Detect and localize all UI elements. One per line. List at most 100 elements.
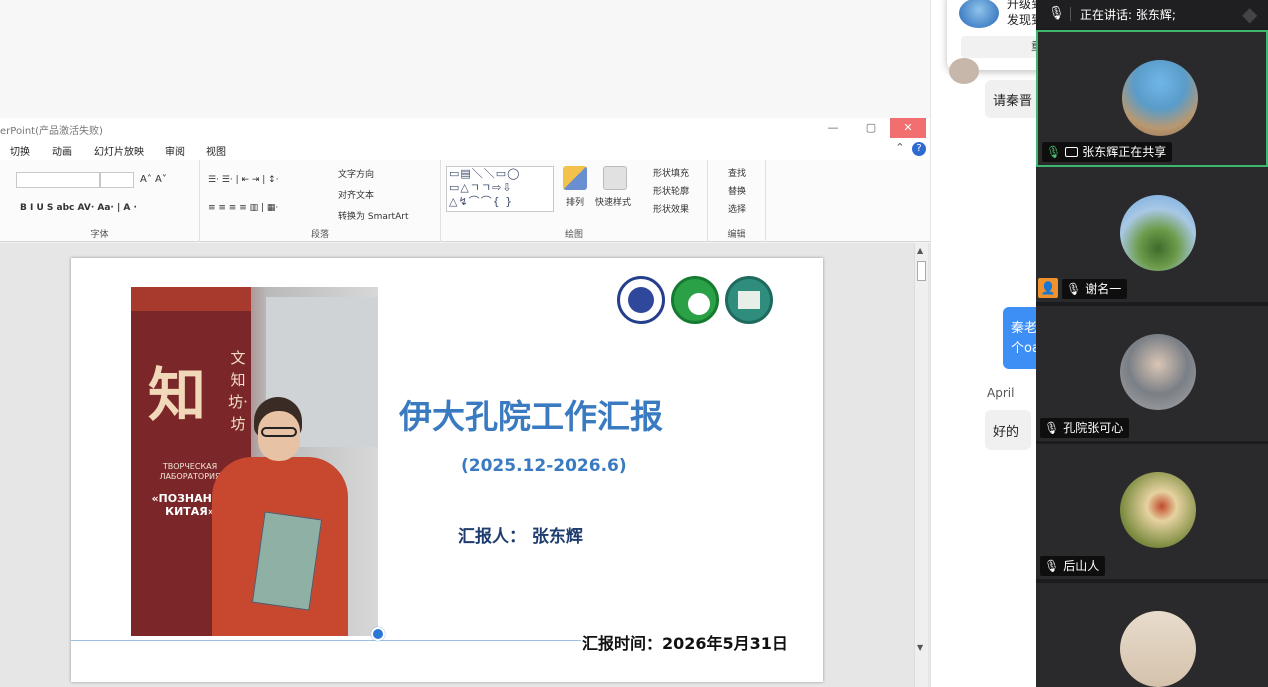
avatar (1122, 60, 1198, 136)
close-button[interactable]: ✕ (890, 118, 926, 138)
paragraph-group-label: 段落 (310, 230, 329, 240)
notification-text: 升级到 发现到 (1007, 0, 1036, 27)
smartart-button[interactable]: 转换为 SmartArt (338, 209, 408, 222)
ribbon-tabs: 切换 动画 幻灯片放映 审阅 视图 ⌃ ? (0, 138, 930, 160)
photo-person (206, 397, 356, 636)
shapes-row-3: △↯⌒⌒{ } (449, 195, 514, 208)
font-size-dropdown[interactable] (100, 172, 134, 188)
slide[interactable]: 知 文知坊·坊 ТВОРЧЕСКАЯ ЛАБОРАТОРИЯ «ПОЗНАНИЕ… (71, 258, 823, 682)
grow-shrink-font[interactable]: A˄ A˅ (140, 174, 167, 185)
font-group-label: 字体 (90, 230, 109, 240)
vertical-scrollbar[interactable]: ▲ ▼ (914, 243, 928, 687)
editing-group: 查找 替换 选择 编辑 (708, 160, 766, 242)
video-tile[interactable]: 🎙 孔院张可心 (1036, 306, 1268, 443)
replace-button[interactable]: 替换 (728, 184, 746, 197)
avatar (1120, 472, 1196, 548)
scroll-thumb[interactable] (917, 261, 926, 281)
tab-view[interactable]: 视图 (206, 143, 226, 158)
help-icon[interactable]: ? (912, 142, 926, 156)
university-logo-1 (617, 276, 665, 324)
video-tile[interactable]: 👤 🎙 谢名一 (1036, 167, 1268, 304)
chat-message[interactable]: 请秦晋 (985, 80, 1036, 118)
avatar (1120, 334, 1196, 410)
drawing-group: ▭▤＼＼▭◯ ▭△ㄱㄱ⇨⇩ △↯⌒⌒{ } 排列 快速样式 形状填充 形状轮廓 … (441, 160, 708, 242)
chat-panel: 升级到 发现到 重新 请秦晋 秦老 个oa April 好的 (930, 0, 1036, 687)
shape-outline-button[interactable]: 形状轮廓 (653, 184, 689, 197)
shape-effects-button[interactable]: 形状效果 (653, 202, 689, 215)
ribbon: A˄ A˅ B I U S abc AV· Aa· | A · 字体 ☰· ☰·… (0, 160, 930, 242)
desktop-blank-area (0, 0, 930, 118)
arrange-icon[interactable] (563, 166, 587, 190)
scroll-down-icon[interactable]: ▼ (917, 643, 923, 652)
tab-transitions[interactable]: 切换 (10, 143, 30, 158)
collapse-ribbon-icon[interactable]: ⌃ (895, 141, 904, 154)
app-logo-icon (959, 0, 999, 28)
mic-active-icon: 🎙 (1046, 145, 1062, 159)
align-buttons[interactable]: ≡ ≡ ≡ ≡ ▥ | ▦· (208, 203, 278, 213)
scroll-up-icon[interactable]: ▲ (917, 246, 923, 255)
restart-button[interactable]: 重新 (961, 36, 1036, 58)
slide-photo[interactable]: 知 文知坊·坊 ТВОРЧЕСКАЯ ЛАБОРАТОРИЯ «ПОЗНАНИЕ… (131, 287, 378, 636)
mic-icon: 🎙 (1044, 421, 1060, 435)
slide-divider-line (71, 640, 581, 641)
avatar (1120, 195, 1196, 271)
shapes-row-2: ▭△ㄱㄱ⇨⇩ (449, 181, 513, 194)
slide-date[interactable]: 汇报时间：2026年5月31日 (582, 630, 788, 654)
drawing-group-label: 绘图 (564, 230, 583, 240)
text-direction-button[interactable]: 文字方向 (338, 167, 374, 180)
chat-avatar (949, 58, 979, 84)
quick-styles-button[interactable]: 快速样式 (595, 195, 631, 208)
font-group: A˄ A˅ B I U S abc AV· Aa· | A · 字体 (0, 160, 200, 242)
mic-icon: 🎙 (1044, 559, 1060, 573)
screen: erPoint(产品激活失败) — ▢ ✕ 切换 动画 幻灯片放映 审阅 视图 … (0, 0, 1268, 687)
tab-review[interactable]: 审阅 (165, 143, 185, 158)
chat-message[interactable]: 好的 (985, 410, 1031, 450)
ribbon-controls: ⌃ ? (895, 141, 926, 156)
shape-fill-button[interactable]: 形状填充 (653, 166, 689, 179)
minimize-button[interactable]: — (815, 118, 851, 138)
arrange-button[interactable]: 排列 (566, 195, 584, 208)
tab-slideshow[interactable]: 幻灯片放映 (94, 143, 144, 158)
chat-message-outgoing[interactable]: 秦老 个oa (1003, 307, 1036, 369)
find-button[interactable]: 查找 (728, 166, 746, 179)
photo-logo-glyph: 知 (147, 361, 206, 429)
panel-corner-icon[interactable]: ◆ (1242, 2, 1268, 26)
university-logo-2 (725, 276, 773, 324)
participant-name-tag: 🎙 孔院张可心 (1040, 418, 1130, 438)
select-button[interactable]: 选择 (728, 202, 746, 215)
tab-animations[interactable]: 动画 (52, 143, 72, 158)
speaking-label: 正在讲话: 张东辉; (1080, 8, 1176, 22)
screen-share-icon (1065, 147, 1079, 157)
shapes-row-1: ▭▤＼＼▭◯ (449, 167, 521, 180)
font-name-dropdown[interactable] (16, 172, 100, 188)
slide-title[interactable]: 伊大孔院工作汇报 (399, 390, 699, 438)
video-tile[interactable]: 🎙 后山人 (1036, 444, 1268, 581)
participant-name-tag: 🎙 后山人 (1040, 556, 1106, 576)
participant-name-tag: 🎙 谢名一 (1062, 279, 1128, 299)
video-panel: 🎙 正在讲话: 张东辉; ◆ 🎙张东辉正在共享 👤 🎙谢名一 🎙孔院张可心 (1036, 0, 1268, 687)
university-logos (617, 276, 777, 326)
mic-icon: 🎙 (1048, 6, 1065, 21)
font-format-buttons[interactable]: B I U S abc AV· Aa· | A · (20, 203, 137, 213)
avatar (1120, 611, 1196, 687)
video-tile[interactable] (1036, 583, 1268, 687)
align-text-button[interactable]: 对齐文本 (338, 188, 374, 201)
chat-sender-name: April (987, 386, 1015, 400)
mic-icon: 🎙 (1066, 282, 1082, 296)
ppt-title-bar: erPoint(产品激活失败) — ▢ ✕ (0, 118, 930, 138)
host-icon: 👤 (1038, 278, 1058, 298)
paragraph-group: ☰· ☰· | ⇤ ⇥ | ↕· ≡ ≡ ≡ ≡ ▥ | ▦· 文字方向 对齐文… (200, 160, 441, 242)
maximize-button[interactable]: ▢ (853, 118, 889, 138)
speaking-bar: 🎙 正在讲话: 张东辉; ◆ (1036, 0, 1268, 28)
slide-reporter[interactable]: 汇报人： 张东辉 (458, 522, 583, 547)
shapes-gallery[interactable]: ▭▤＼＼▭◯ ▭△ㄱㄱ⇨⇩ △↯⌒⌒{ } (446, 166, 554, 212)
participant-name-tag: 🎙 张东辉正在共享 (1042, 142, 1173, 162)
list-buttons[interactable]: ☰· ☰· | ⇤ ⇥ | ↕· (208, 175, 279, 185)
window-title: erPoint(产品激活失败) (0, 126, 103, 137)
editing-group-label: 编辑 (727, 230, 746, 240)
quick-styles-icon[interactable] (603, 166, 627, 190)
slide-subtitle[interactable]: (2025.12-2026.6) (461, 456, 627, 476)
rotate-handle-icon[interactable] (371, 627, 385, 641)
video-tile[interactable]: 🎙 张东辉正在共享 (1036, 30, 1268, 167)
confucius-institute-logo (671, 276, 719, 324)
